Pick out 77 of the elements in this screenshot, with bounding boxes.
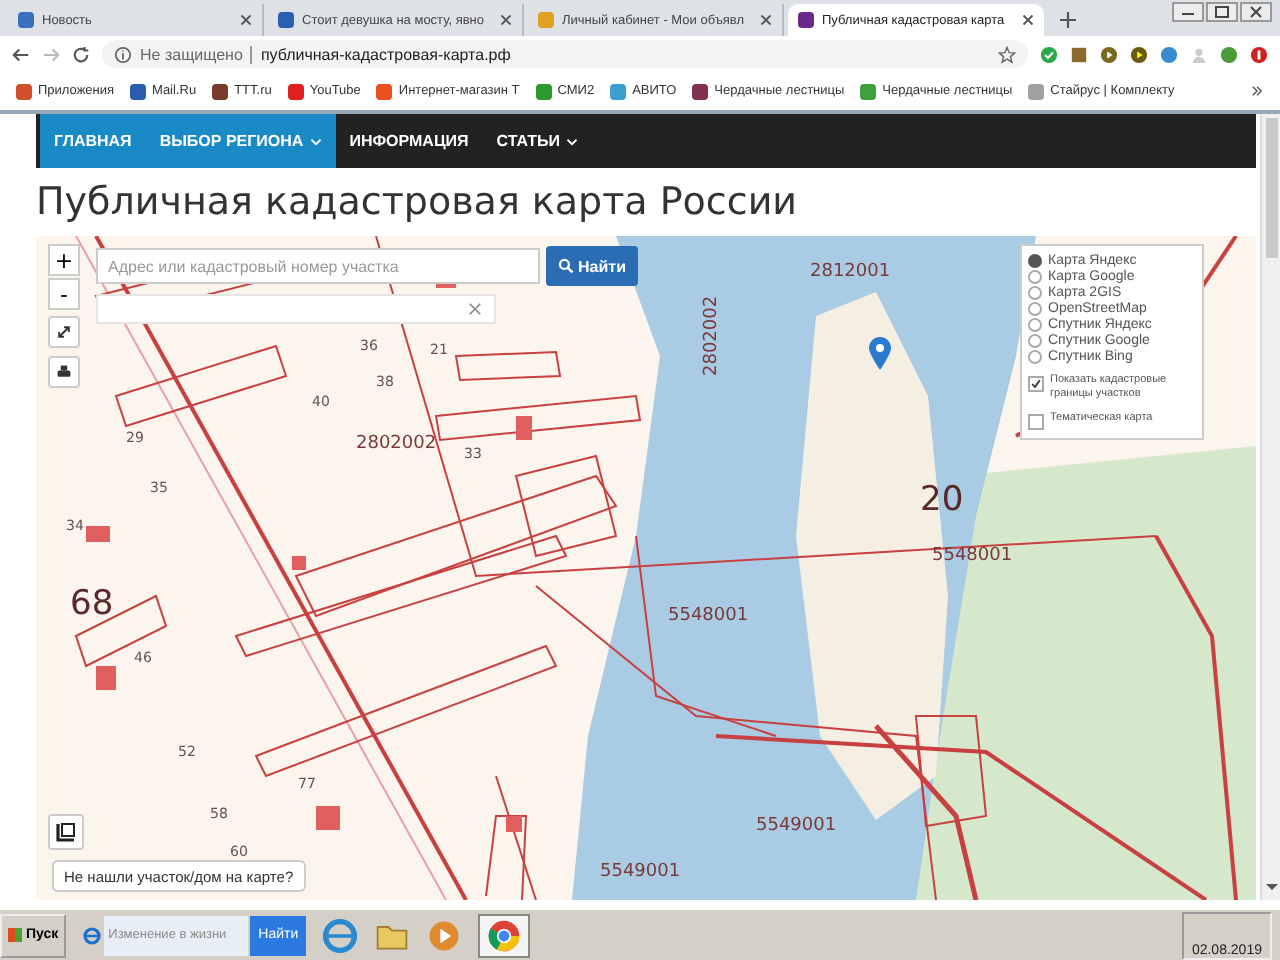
printer-icon [56,364,72,380]
minimize-icon[interactable] [1172,2,1204,22]
play-circle-icon[interactable] [1100,45,1118,63]
favicon-icon [376,83,393,99]
favicon-icon [1028,83,1045,99]
reload-icon[interactable] [72,45,90,63]
caret-icon [309,137,322,145]
map-label: 5549001 [600,864,681,882]
map-label: 5548001 [668,608,749,626]
favicon-icon [18,12,34,28]
caret-icon [566,137,579,145]
radio-button[interactable] [1028,350,1042,364]
layers-button[interactable] [48,814,84,850]
radio-button[interactable] [1028,318,1042,332]
address-bar[interactable]: Не защищено публичная-кадастровая-карта.рф [102,40,1028,68]
search-icon [558,258,574,274]
print-button[interactable] [48,356,80,388]
map-label: 20 [920,484,964,518]
map-label: 2802002 [704,295,722,376]
close-icon[interactable] [1240,2,1272,22]
map-label: 5549001 [756,818,837,836]
info-icon[interactable] [114,45,132,63]
page-title: Публичная кадастровая карта России [36,178,800,228]
favicon-icon [538,12,554,28]
back-icon[interactable] [12,45,30,63]
radio-button[interactable] [1028,334,1042,348]
arrow-down-icon[interactable] [1264,882,1280,892]
favicon-icon [692,83,709,99]
map-label: 2802002 [356,436,437,454]
nav-item[interactable]: ВЫБОР РЕГИОНА [145,114,336,168]
media-player-icon[interactable] [426,917,463,953]
check-circle-icon[interactable] [1040,45,1058,63]
favicon-icon [16,83,32,99]
nav-item[interactable]: ИНФОРМАЦИЯ [335,114,483,168]
map-label: 68 [70,588,114,622]
new-tab-icon[interactable] [1060,12,1076,28]
fullscreen-icon [56,324,72,340]
favicon-icon [130,83,147,99]
nav-item[interactable]: ГЛАВНАЯ [40,114,146,168]
checkbox[interactable] [1028,414,1044,431]
checkbox[interactable] [1028,376,1044,392]
map-pin-icon[interactable] [868,336,892,372]
taskbar-app-button[interactable] [478,913,531,957]
search-button[interactable]: Найти [546,246,638,286]
zoom-out-button[interactable]: - [48,278,80,310]
results-field[interactable] [96,294,496,324]
favicon-icon [287,83,304,99]
close-icon[interactable] [500,14,512,26]
clear-icon[interactable] [468,302,482,316]
close-icon[interactable] [240,14,252,26]
map-label: 2812001 [810,264,891,282]
nav-item[interactable]: СТАТЬИ [482,114,593,168]
radio-button[interactable] [1028,302,1042,316]
windows-logo-icon [8,928,22,942]
bookmark-star-icon[interactable] [998,45,1016,63]
zoom-in-button[interactable]: + [48,244,80,276]
search-field[interactable]: Адрес или кадастровый номер участка [96,248,540,284]
scrollbar[interactable] [1260,114,1280,900]
radio-button[interactable] [1028,286,1042,300]
chevron-icon[interactable] [1250,84,1264,98]
fullscreen-button[interactable] [48,316,80,348]
radio-button[interactable] [1028,270,1042,284]
play-circle-icon[interactable] [1130,45,1148,63]
favicon-icon [860,83,877,99]
favicon-icon [212,83,229,99]
favicon-icon [610,83,627,99]
square-icon [56,822,76,842]
maximize-icon[interactable] [1206,2,1238,22]
favicon-icon [535,83,552,99]
profile-avatar-icon[interactable] [1220,45,1238,63]
favicon-icon [798,12,814,28]
close-icon[interactable] [1022,14,1034,26]
radio-button[interactable] [1028,254,1042,268]
map-label: 5548001 [932,548,1013,566]
close-icon[interactable] [760,14,772,26]
favicon-icon [278,12,294,28]
stop-sign-icon[interactable] [1250,45,1268,63]
